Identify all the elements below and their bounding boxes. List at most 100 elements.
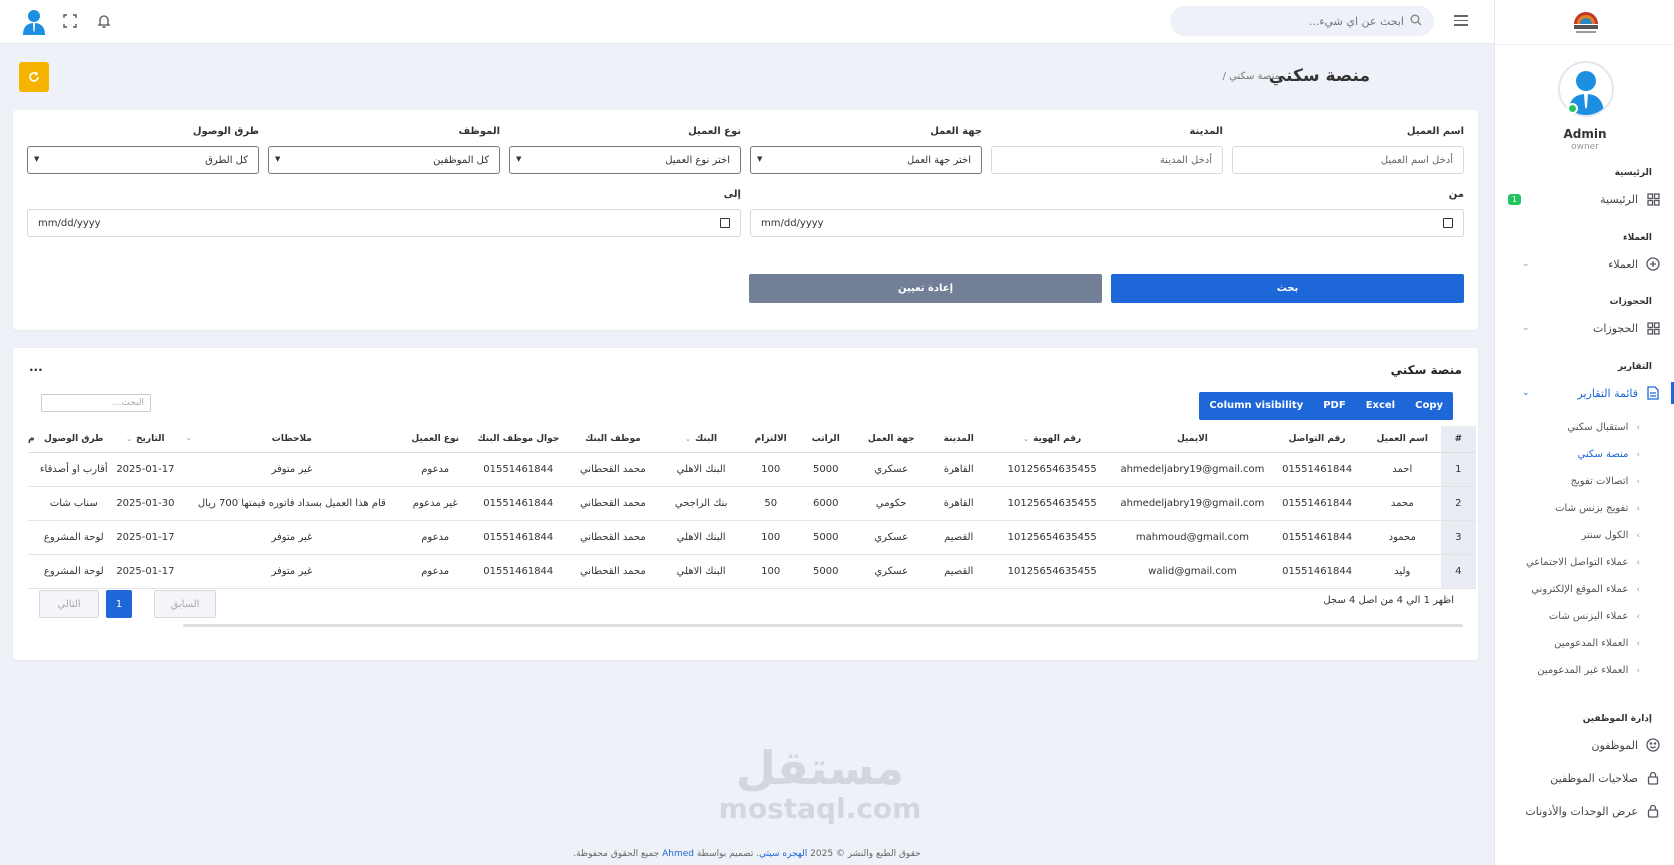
page-title: منصة سكني — [1268, 66, 1370, 86]
report-item-website-clients[interactable]: ‹ عملاء الموقع الإلكتروني — [1531, 584, 1640, 595]
lock-icon — [1646, 804, 1660, 818]
city-input[interactable]: أدخل المدينة — [991, 146, 1223, 174]
col-header-arrival-method[interactable]: طرق الوصول — [38, 426, 110, 453]
report-item-label: الكول سنتر — [1581, 530, 1629, 541]
table-row[interactable]: 3 محمود 01551461844 mahmoud@gmail.com 10… — [28, 520, 1476, 555]
app-logo[interactable] — [1572, 10, 1600, 36]
col-header-email[interactable]: الايميل — [1114, 426, 1271, 453]
report-item-calls[interactable]: ‹ اتصالات تفويج — [1571, 476, 1640, 487]
employee-select[interactable]: كل الموظفين ▼ — [268, 146, 500, 174]
cell-city: القاهرة — [927, 486, 990, 521]
chevron-left-icon: ‹ — [1636, 584, 1640, 595]
calendar-icon[interactable] — [720, 218, 730, 228]
menu-toggle-icon[interactable] — [1454, 15, 1468, 27]
table-search-input[interactable]: البحث... — [41, 394, 151, 412]
footer-author-link[interactable]: Ahmed — [662, 849, 694, 859]
bell-icon[interactable] — [96, 14, 112, 30]
report-item-supported-clients[interactable]: ‹ العملاء المدعومين — [1554, 638, 1640, 649]
col-header-label: ملاحظات — [271, 433, 312, 444]
sidebar-item-clients[interactable]: العملاء ⌄ — [1494, 251, 1674, 277]
watermark-latin: mostaql.com — [718, 792, 922, 825]
client-name-input[interactable]: أدخل اسم العميل — [1232, 146, 1464, 174]
col-header-bank[interactable]: البنك⌄ — [657, 426, 745, 453]
client-type-select[interactable]: اختر نوع العميل ▼ — [509, 146, 741, 174]
date-to-input[interactable]: mm/dd/yyyy — [27, 209, 741, 237]
cell-bank-employee: محمد القحطاني — [568, 452, 658, 487]
sidebar-item-units-permissions[interactable]: عرض الوحدات والأذونات — [1494, 798, 1674, 824]
chevron-left-icon: ‹ — [1636, 638, 1640, 649]
pagination-prev[interactable]: السابق — [154, 590, 216, 618]
refresh-icon — [29, 71, 39, 82]
report-item-business-chat-clients[interactable]: ‹ عملاء البزنس شات — [1549, 611, 1640, 622]
col-header-client-type[interactable]: نوع العميل — [401, 426, 469, 453]
sidebar-item-permissions[interactable]: صلاحيات الموظفين — [1494, 765, 1674, 791]
nav-section-bookings: الحجوزات — [1609, 297, 1652, 307]
pagination-next[interactable]: التالي — [39, 590, 99, 618]
col-header-city[interactable]: المدينة — [927, 426, 990, 453]
col-header-notes[interactable]: ملاحظات ⌄ — [181, 426, 402, 453]
caret-down-icon: ▼ — [757, 155, 763, 163]
col-header-label: التاريخ — [136, 433, 165, 444]
cell-notes: قام هذا العميل بسداد فاتوره قيمتها 700 ر… — [181, 486, 402, 521]
report-item-sakani[interactable]: ‹ منصة سكني — [1578, 449, 1640, 460]
pdf-button[interactable]: PDF — [1313, 392, 1355, 420]
sidebar-item-reports[interactable]: قائمة التقارير ⌄ — [1494, 380, 1674, 406]
user-avatar-small[interactable] — [20, 7, 48, 35]
table-title: منصة سكني — [1390, 363, 1462, 377]
more-options-button[interactable]: ... — [29, 360, 43, 374]
reset-button[interactable]: إعادة تعيين — [749, 274, 1102, 303]
col-header-commitment[interactable]: الالتزام — [744, 426, 797, 453]
date-from-input[interactable]: mm/dd/yyyy — [750, 209, 1464, 237]
global-search[interactable] — [1170, 6, 1434, 36]
report-item-call-center[interactable]: ‹ الكول سنتر — [1582, 530, 1641, 541]
copy-button[interactable]: Copy — [1405, 392, 1453, 420]
excel-button[interactable]: Excel — [1356, 392, 1405, 420]
report-item-social-clients[interactable]: ‹ عملاء التواصل الاجتماعي — [1526, 557, 1640, 568]
global-search-input[interactable] — [1182, 14, 1404, 28]
cell-client-name: محمود — [1363, 520, 1441, 555]
arrival-method-label: طرق الوصول — [192, 126, 259, 137]
table-row[interactable]: 4 وليد 01551461844 walid@gmail.com 10125… — [28, 554, 1476, 589]
col-header-phone[interactable]: رقم التواصل — [1270, 426, 1364, 453]
footer-company-link[interactable]: الهجره سيتي — [759, 849, 807, 859]
cell-bank: البنك الاهلي — [657, 520, 745, 555]
employer-select[interactable]: اختر جهة العمل ▼ — [750, 146, 982, 174]
plus-circle-icon — [1646, 257, 1660, 271]
col-header-client-name[interactable]: اسم العميل — [1363, 426, 1441, 453]
breadcrumb[interactable]: / منصة سكني — [1223, 71, 1280, 82]
sidebar-item-home[interactable]: الرئيسية 1 — [1494, 186, 1674, 212]
horizontal-scrollbar[interactable] — [183, 624, 1463, 627]
column-visibility-button[interactable]: Column visibility — [1199, 392, 1313, 420]
col-header-clipped[interactable]: م — [28, 426, 39, 453]
col-header-index[interactable]: # — [1440, 426, 1476, 453]
cell-bank-employee: محمد القحطاني — [568, 554, 658, 589]
sidebar-item-bookings[interactable]: الحجوزات ⌄ — [1494, 315, 1674, 341]
col-header-label: البنك — [694, 433, 718, 444]
arrival-method-select[interactable]: كل الطرق ▼ — [27, 146, 259, 174]
col-header-id-number[interactable]: رقم الهوية⌄ — [989, 426, 1115, 453]
calendar-icon[interactable] — [1443, 218, 1453, 228]
refresh-button[interactable] — [19, 62, 49, 92]
col-header-salary[interactable]: الراتب — [796, 426, 855, 453]
report-item-unsupported-clients[interactable]: ‹ العملاء غير المدعومين — [1537, 665, 1640, 676]
col-header-employer[interactable]: جهة العمل — [854, 426, 928, 453]
cell-commitment: 50 — [744, 486, 797, 521]
sidebar-item-employees[interactable]: الموظفون — [1494, 732, 1674, 758]
col-header-bank-employee-phone[interactable]: جوال موظف البنك — [468, 426, 569, 453]
search-button[interactable]: بحث — [1111, 274, 1464, 303]
sidebar-item-label: الحجوزات — [1592, 321, 1638, 335]
search-icon — [1410, 14, 1422, 29]
col-header-date[interactable]: التاريخ⌄ — [109, 426, 182, 453]
table-row[interactable]: 1 احمد 01551461844 ahmedeljabry19@gmail.… — [28, 452, 1476, 487]
report-item-reception[interactable]: ‹ استقبال سكني — [1567, 422, 1640, 433]
table-row[interactable]: 2 محمد 01551461844 ahmedeljabry19@gmail.… — [28, 486, 1476, 521]
watermark-arabic: مستقل — [735, 741, 905, 795]
pagination-page-1[interactable]: 1 — [106, 590, 132, 618]
cell-index: 3 — [1440, 520, 1476, 555]
table-info: اظهر 1 الي 4 من اصل 4 سجل — [1323, 595, 1454, 606]
report-item-business-chat-dispatch[interactable]: ‹ تفويج بزنس شات — [1555, 503, 1640, 514]
client-type-label: نوع العميل — [688, 126, 741, 137]
chevron-down-icon: ⌄ — [1522, 323, 1530, 333]
fullscreen-icon[interactable] — [62, 14, 78, 30]
col-header-bank-employee[interactable]: موظف البنك — [568, 426, 658, 453]
